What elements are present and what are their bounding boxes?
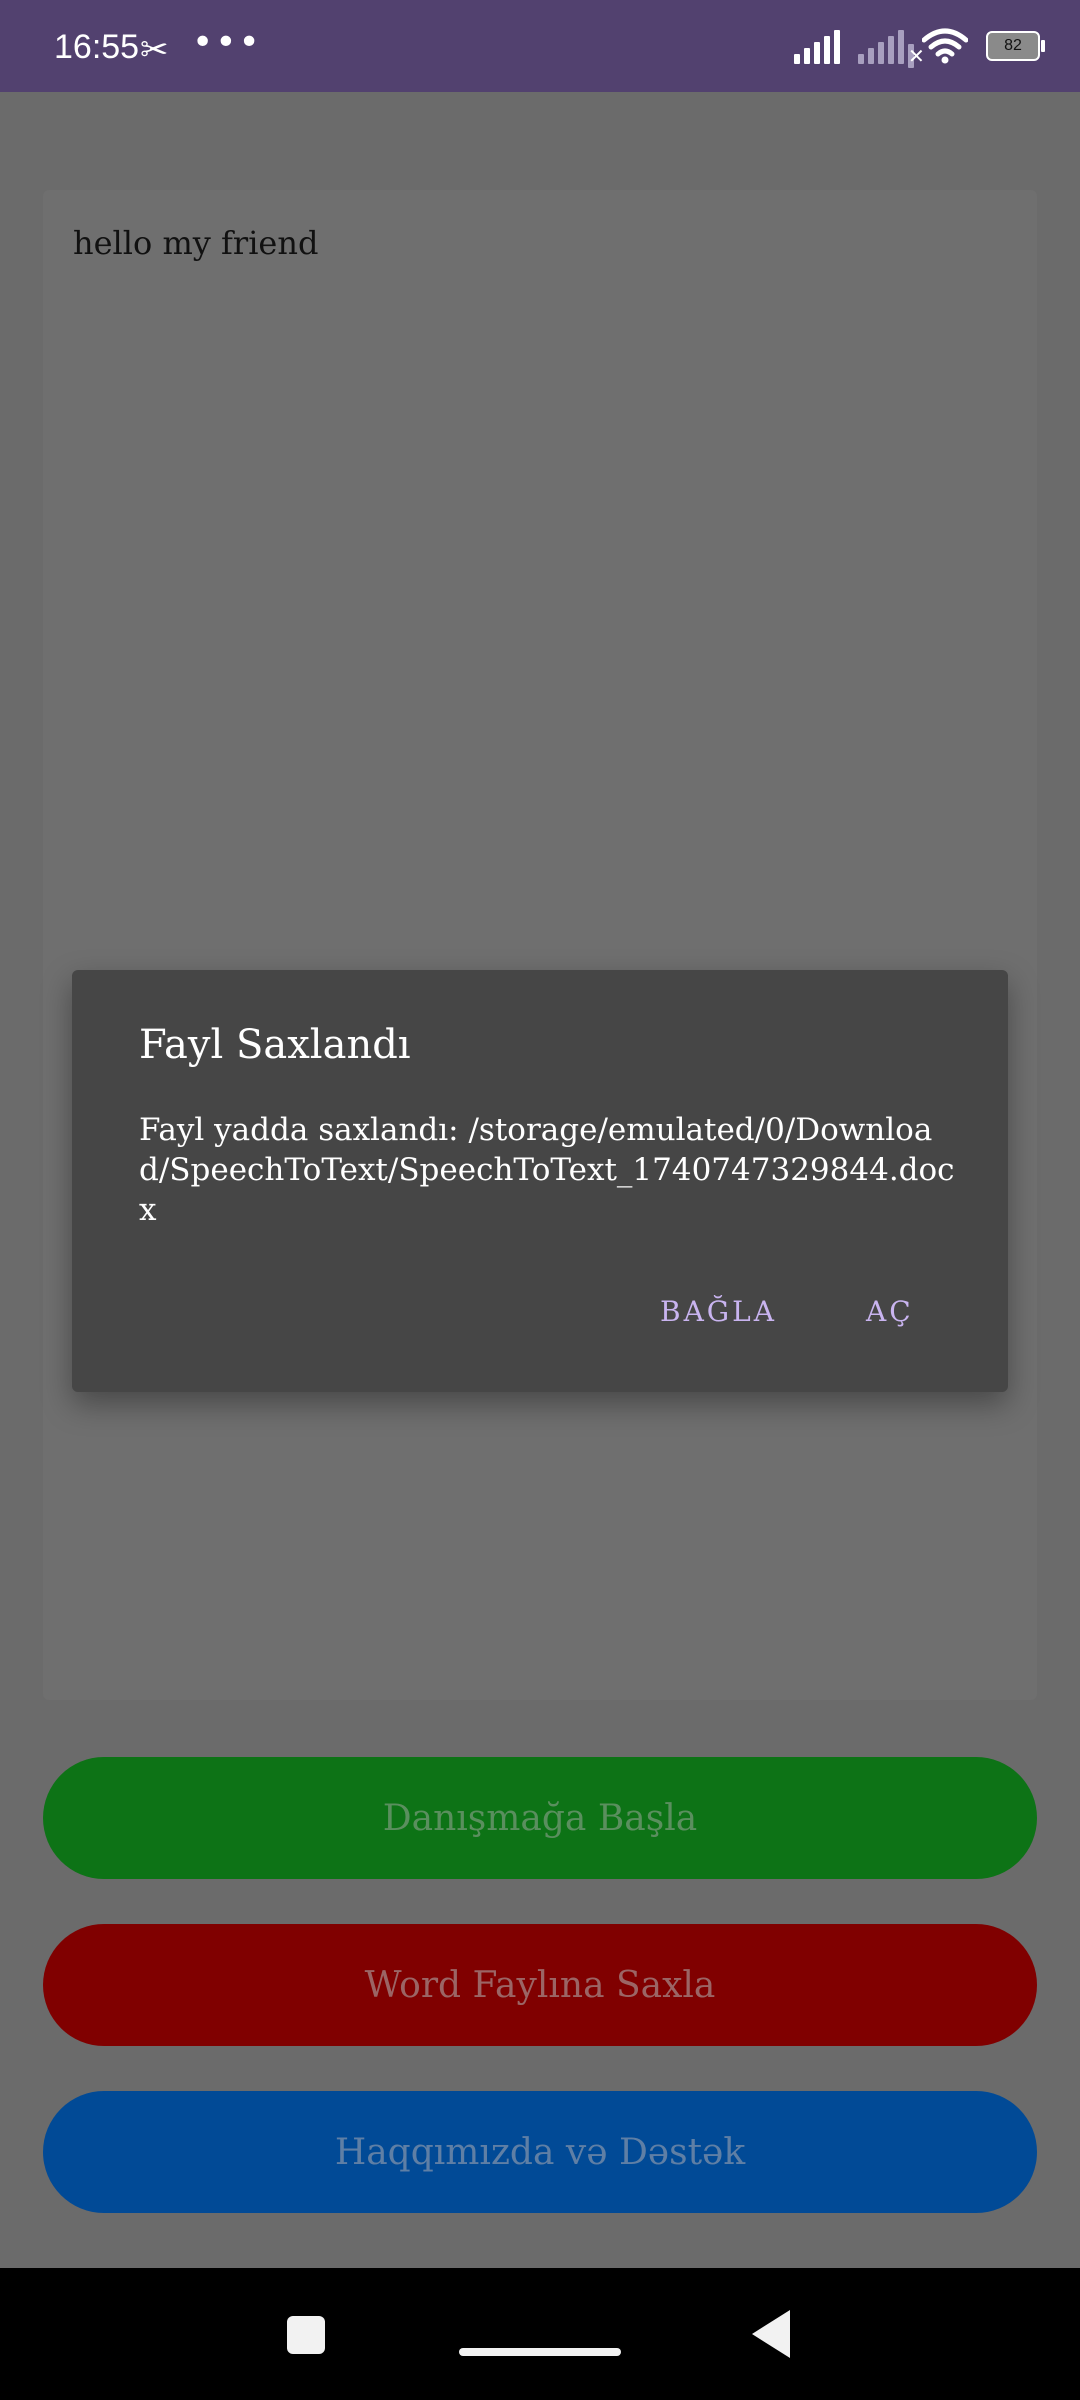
dialog-message: Fayl yadda saxlandı: /storage/emulated/0… [139,1112,955,1228]
status-indicators: ✕ 82 [794,20,1045,72]
more-dots-icon: ••• [192,22,262,63]
start-speaking-button[interactable]: Danışmağa Başla [43,1757,1037,1879]
signal-strength-icon [794,28,840,64]
wifi-icon [922,28,968,64]
dialog-open-button[interactable]: AÇ [866,1295,914,1328]
save-word-file-button[interactable]: Word Faylına Saxla [43,1924,1037,2046]
dialog-title: Fayl Saxlandı [139,1022,411,1068]
signal-no-service-icon: ✕ [858,28,925,68]
status-time: 16:55 [54,28,140,66]
file-saved-dialog: Fayl Saxlandı Fayl yadda saxlandı: /stor… [72,970,1008,1392]
about-support-button[interactable]: Haqqımızda və Dəstək [43,2091,1037,2213]
home-pill-icon[interactable] [459,2348,621,2356]
back-triangle-icon[interactable] [752,2310,790,2358]
dialog-close-button[interactable]: BAĞLA [660,1295,777,1328]
recents-square-icon[interactable] [287,2316,325,2354]
speech-text-area[interactable]: hello my friend [43,190,1037,1700]
capcut-icon: ✂ [140,30,169,70]
battery-level: 82 [1004,37,1022,54]
navigation-bar [0,2268,1080,2400]
speech-text: hello my friend [73,224,319,262]
battery-icon: 82 [986,31,1045,61]
status-bar: 16:55 ✂ ••• ✕ 82 [0,0,1080,92]
